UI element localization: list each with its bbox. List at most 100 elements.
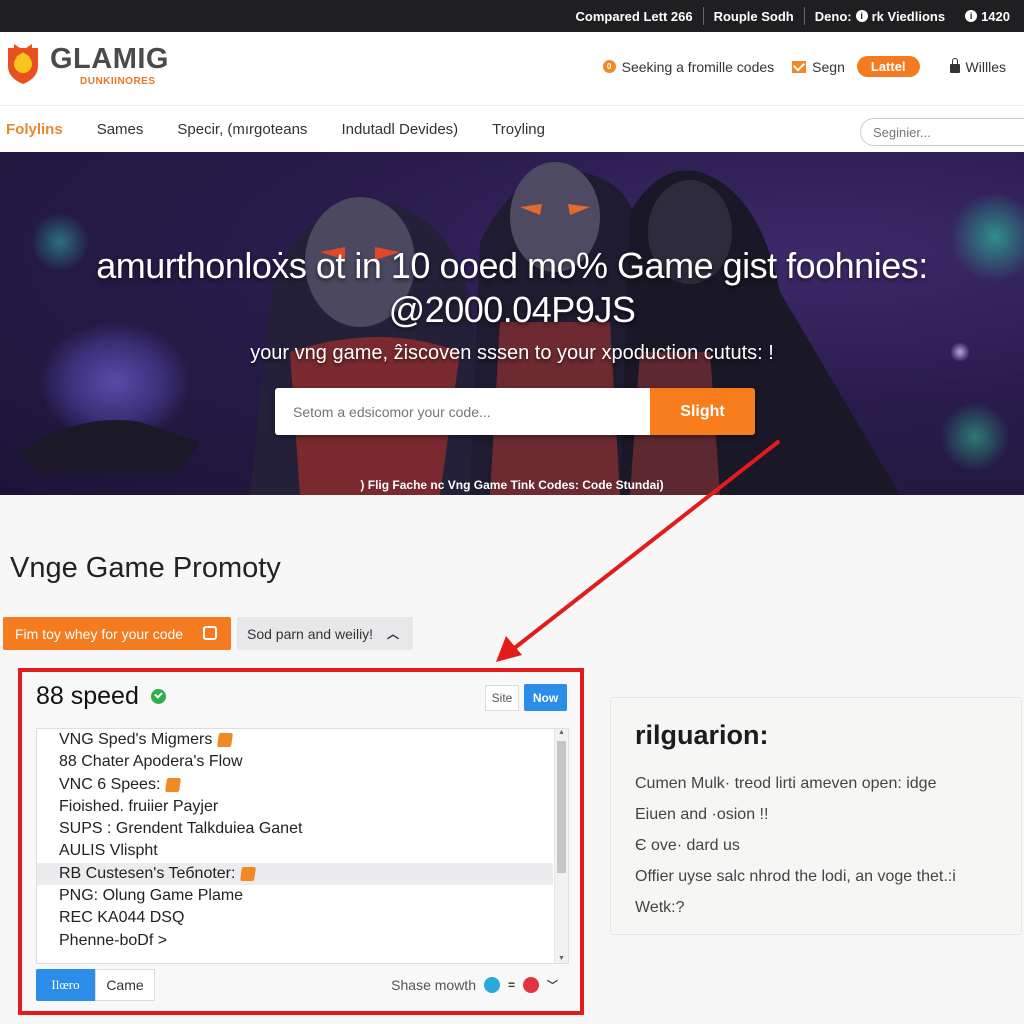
nav-item-sames[interactable]: Sames: [97, 121, 144, 138]
main-nav: Folylins Sames Specir, (mırgoteans Indut…: [0, 106, 1024, 152]
tab-active[interactable]: Ilœro: [36, 969, 95, 1001]
card-line: Wetk:?: [635, 899, 685, 916]
info-icon: i: [855, 10, 868, 22]
sort-dropdown-label: Sod parn and weiliy!: [247, 625, 374, 642]
topbar-item-count[interactable]: i 1420: [955, 9, 1020, 24]
hero-banner: amurthonloẋs ot in 10 ooed mo% Game gist…: [0, 152, 1024, 495]
code-list-item[interactable]: AULIS Vlispht: [37, 840, 553, 862]
code-list-item[interactable]: VNG Sped's Migmers: [37, 729, 553, 751]
card-title: rilguarion:: [635, 720, 769, 750]
sign-in-label: Segn: [812, 58, 845, 75]
mail-icon: [792, 60, 807, 73]
topbar-item-rouple[interactable]: Rouple Sodh: [704, 9, 804, 24]
coin-icon: 0: [602, 60, 616, 73]
card-line: Cumen Mulk· treod lirti ameven open: idg…: [635, 775, 937, 792]
sort-dropdown-button[interactable]: Sod parn and weiliy! ︿: [237, 617, 413, 650]
code-search-input[interactable]: [275, 388, 650, 435]
code-list-item[interactable]: REC KA044 DSQ: [37, 907, 553, 929]
chevron-down-icon[interactable]: ﹀: [547, 977, 558, 993]
code-list-item-label: 88 Chater Apodera's Flow: [59, 753, 243, 771]
code-list: VNG Sped's Migmers 88 Chater Apodera's Fl…: [36, 728, 569, 964]
find-code-label: Fim toy whey for your code: [15, 625, 184, 642]
code-list-item[interactable]: 88 Chater Apodera's Flow: [37, 751, 553, 773]
now-button[interactable]: Now: [524, 684, 567, 711]
shield-logo-icon: [8, 44, 38, 84]
panel-title: 88 speed: [36, 682, 166, 711]
topbar-item-compared[interactable]: Compared Lett 266: [566, 9, 703, 24]
chevron-up-icon: ︿: [386, 627, 399, 641]
code-list-item-label: VNG Sped's Migmers: [59, 731, 213, 748]
code-list-item-label: AULIS Vlispht: [59, 842, 158, 860]
logo-subtitle: DUNKIINORES: [80, 76, 156, 87]
find-code-button[interactable]: Fim toy whey for your code: [3, 617, 231, 650]
code-list-item-label: Fioished. fruiier Payjer: [59, 797, 219, 815]
promo-codes-label: Seeking a fromille codes: [621, 58, 775, 75]
scroll-down-arrow-icon[interactable]: ▼: [558, 955, 565, 962]
nav-search-input[interactable]: [860, 118, 1024, 146]
code-list-item-label: Phenne-boDf >: [59, 931, 168, 949]
code-list-item[interactable]: VNC 6 Spees:: [37, 774, 553, 796]
panel-title-text: 88 speed: [36, 682, 139, 710]
hot-tag-icon: [240, 866, 257, 881]
promo-codes-link[interactable]: 0 Seeking a fromille codes: [602, 58, 775, 75]
card-line: Offier uyse salc nhrod the lodi, an voge…: [635, 868, 956, 885]
tab-came[interactable]: Came: [95, 969, 155, 1001]
info-icon: i: [965, 10, 978, 22]
highlighted-code-panel: 88 speed Site Now VNG Sped's Migmers 88 C…: [18, 668, 584, 1015]
nav-item-devides[interactable]: Indutadl Devides): [341, 121, 458, 138]
code-list-item[interactable]: Phenne-boDf >: [37, 930, 553, 952]
verified-check-icon: [150, 689, 166, 704]
top-utility-bar: Compared Lett 266 Rouple Sodh Deno: i rk…: [0, 0, 1024, 32]
nav-item-troyling[interactable]: Troyling: [492, 121, 545, 138]
topbar-count-value: 1420: [981, 8, 1010, 24]
code-list-item-label: PNG: Olung Game Plame: [59, 887, 244, 905]
site-header: GLAMIG DUNKIINORES 0 Seeking a fromille …: [0, 32, 1024, 106]
topbar-demo-label: Deno:: [814, 8, 852, 24]
list-scrollbar[interactable]: ▲ ▼: [554, 729, 568, 963]
code-list-item-label: REC KA044 DSQ: [59, 909, 185, 927]
share-label: Shase mowth: [391, 977, 476, 993]
site-button[interactable]: Site: [485, 685, 519, 711]
code-list-item-label: SUPS : Grendent Talkduiea Ganet: [59, 820, 303, 838]
code-list-item[interactable]: RB Custesen's Teбnoter:: [37, 862, 553, 886]
section-title: Vnge Game Promoty: [10, 552, 281, 584]
hero-title-line-1: amurthonloẋs ot in 10 ooed mo% Game gist…: [96, 245, 928, 286]
logo[interactable]: GLAMIG DUNKIINORES: [4, 42, 169, 87]
hero-caption: ) Flig Fache nc Vng Game Tink Codes: Cod…: [360, 478, 664, 492]
scroll-up-arrow-icon[interactable]: ▲: [558, 729, 565, 736]
header-actions: 0 Seeking a fromille codes Segn Lattel W…: [602, 56, 1024, 77]
hot-tag-icon: [217, 733, 234, 748]
code-list-item[interactable]: PNG: Olung Game Plame: [37, 885, 553, 907]
nav-item-folylins[interactable]: Folylins: [6, 121, 63, 138]
scroll-thumb[interactable]: [557, 741, 566, 873]
nav-item-specir[interactable]: Specir, (mırgoteans: [177, 121, 307, 138]
latest-button[interactable]: Lattel: [856, 56, 920, 77]
hero-search-bar: Slight: [275, 388, 755, 435]
topbar-demo-value: rk Viedlions: [871, 8, 946, 24]
code-list-item[interactable]: Fioished. fruiier Payjer: [37, 796, 553, 818]
hero-title-line-2: @2000.04P9JS: [388, 289, 636, 330]
share-social-icon[interactable]: [483, 977, 500, 993]
sign-in-link[interactable]: Segn: [792, 59, 845, 75]
code-search-button[interactable]: Slight: [650, 388, 755, 435]
code-list-item-label: VNC 6 Spees:: [59, 775, 161, 793]
hero-title: amurthonloẋs ot in 10 ooed mo% Game gist…: [0, 244, 1024, 332]
hot-tag-icon: [165, 777, 182, 792]
card-line: Є ove· dard us: [635, 837, 740, 854]
hero-subtitle: your vng game, ẑiscoven sssen to your xp…: [250, 342, 774, 364]
account-link[interactable]: Willles: [949, 58, 1006, 75]
info-card: rilguarion: Cumen Mulk· treod lirti amev…: [610, 697, 1022, 935]
lock-icon: [949, 58, 960, 73]
card-line: Eiuen and ·osion !!: [635, 806, 769, 823]
share-pin-icon[interactable]: [523, 977, 539, 993]
code-list-item-label: RB Custesen's Teбnoter:: [59, 864, 236, 882]
account-label: Willles: [965, 58, 1006, 75]
card-body: Cumen Mulk· treod lirti ameven open: idg…: [635, 768, 956, 923]
share-row: Shase mowth = ﹀: [391, 977, 558, 993]
code-list-item[interactable]: SUPS : Grendent Talkduiea Ganet: [37, 818, 553, 840]
equals-icon[interactable]: =: [508, 978, 515, 992]
topbar-item-demo[interactable]: Deno: i rk Viedlions: [805, 9, 955, 24]
panel-tabs: Ilœro Came: [36, 969, 155, 1001]
logo-title: GLAMIG: [50, 43, 169, 75]
gift-icon: [203, 626, 217, 640]
